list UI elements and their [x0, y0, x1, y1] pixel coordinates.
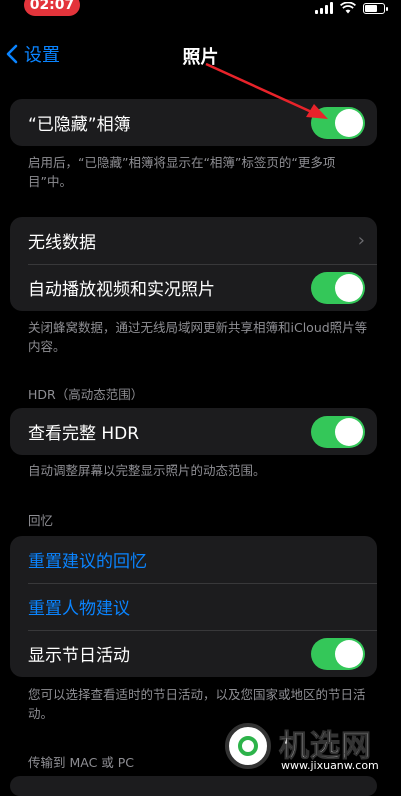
memories-group: 重置建议的回忆 重置人物建议 显示节日活动	[10, 536, 377, 677]
transfer-section-header: 传输到 MAC 或 PC	[28, 755, 135, 770]
chevron-right-icon: ›	[357, 230, 365, 251]
holiday-events-toggle[interactable]	[311, 637, 365, 670]
watermark-url: www.jixuanw.com	[281, 759, 379, 772]
mobile-data-group: 无线数据 › 自动播放视频和实况照片	[10, 217, 377, 311]
holiday-events-label: 显示节日活动	[28, 646, 130, 666]
toggle-knob	[335, 273, 363, 302]
memories-section-header: 回忆	[28, 513, 54, 528]
hdr-footnote: 自动调整屏幕以完整显示照片的动态范围。	[28, 463, 266, 478]
reset-people-suggestions-row[interactable]: 重置人物建议	[10, 583, 377, 630]
autoplay-row: 自动播放视频和实况照片	[10, 264, 377, 311]
annotation-arrow	[205, 62, 328, 119]
holiday-events-row: 显示节日活动	[10, 630, 377, 677]
mobile-data-footnote: 关闭蜂窝数据，通过无线局域网更新共享相簿和iCloud照片等内容。	[28, 320, 368, 354]
transfer-group	[10, 776, 377, 796]
autoplay-toggle[interactable]	[311, 271, 365, 304]
full-hdr-label: 查看完整 HDR	[28, 424, 140, 444]
watermark-logo-icon	[225, 723, 271, 769]
reset-people-suggestions-link[interactable]: 重置人物建议	[28, 594, 365, 619]
toggle-knob	[335, 417, 363, 446]
wireless-data-label: 无线数据	[28, 233, 96, 253]
full-hdr-row: 查看完整 HDR	[10, 408, 377, 455]
autoplay-label: 自动播放视频和实况照片	[28, 280, 215, 300]
watermark: 机选网 www.jixuanw.com	[225, 719, 395, 775]
wireless-data-row[interactable]: 无线数据 ›	[10, 217, 377, 264]
hdr-group: 查看完整 HDR	[10, 408, 377, 455]
reset-suggested-memories-link[interactable]: 重置建议的回忆	[28, 547, 365, 572]
full-hdr-toggle[interactable]	[311, 415, 365, 448]
memories-footnote: 您可以选择查看适时的节日活动，以及您国家或地区的节日活动。	[28, 687, 366, 721]
reset-suggested-memories-row[interactable]: 重置建议的回忆	[10, 536, 377, 583]
toggle-knob	[335, 639, 363, 668]
hidden-album-footnote: 启用后，“已隐藏”相簿将显示在“相簿”标签页的“更多项目”中。	[28, 155, 336, 189]
hdr-section-header: HDR（高动态范围）	[28, 387, 144, 402]
